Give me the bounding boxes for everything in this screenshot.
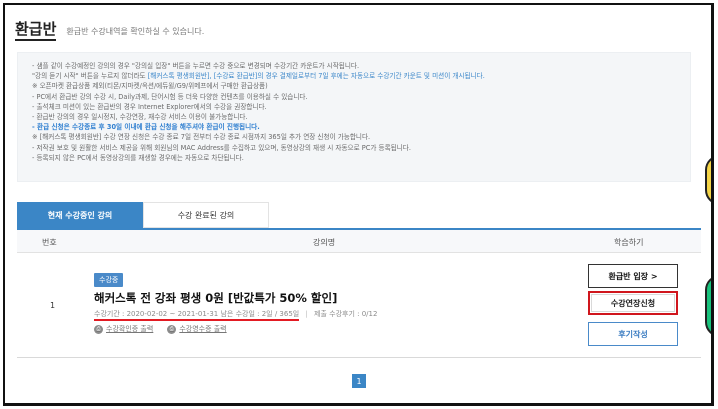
header-study: 학습하기	[614, 238, 644, 247]
print-icon: ⎙	[94, 324, 103, 334]
tab-current-courses[interactable]: 현재 수강중인 강의	[17, 202, 143, 228]
notice-line: ※ [해커스톡 평생회원반] 수강 연장 신청은 수강 종료 7일 전부터 수강…	[32, 133, 371, 142]
notice-line: - 저작권 보호 및 원활한 서비스 제공을 위해 회원님의 MAC Addre…	[32, 143, 411, 152]
pagination-page-1[interactable]: 1	[352, 374, 366, 388]
header-no: 번호	[42, 238, 57, 247]
enter-class-button[interactable]: 환급반 입장 >	[588, 264, 678, 288]
notice-line: - 출석체크 미션이 있는 환급반의 경우 Internet Explorer에…	[32, 102, 267, 111]
course-period: 수강기간 : 2020-02-02 ~ 2021-01-31 남은 수강일 : …	[94, 310, 300, 321]
notice-text: "강의 듣기 시작" 버튼을 누르지 않더라도	[32, 72, 148, 81]
course-meta: 수강기간 : 2020-02-02 ~ 2021-01-31 남은 수강일 : …	[94, 309, 378, 321]
notice-line: - 샘플 같이 수강예정인 강의의 경우 "강의실 입장" 버튼을 누르면 수강…	[32, 62, 360, 70]
extend-course-label: 수강연장신청	[610, 298, 656, 308]
print-icon: ⎙	[167, 324, 177, 334]
header: 환급반 환급반 수강내역을 확인하실 수 있습니다.	[15, 13, 204, 41]
status-badge: 수강중	[94, 273, 124, 287]
meta-separator: |	[305, 310, 308, 318]
header-course: 강의명	[313, 238, 336, 247]
course-title: 해커스톡 전 강좌 평생 0원 [반값특가 50% 할인]	[94, 291, 338, 305]
page-title: 환급반	[15, 20, 57, 41]
write-review-button[interactable]: 후기작성	[588, 322, 678, 346]
notice-line: - 환급반 강의의 경우 일시정지, 수강연장, 재수강 서비스 이용이 불가능…	[32, 113, 248, 122]
notice-line: - PC에서 환급반 강의 수강 시, Daily과제, 단어시험 등 더욱 다…	[32, 92, 308, 101]
notice-line: ※ 오픈마켓 환급상품 제외(티몬/지마켓/옥션/에듀윌/G9/위메프에서 구매…	[32, 82, 268, 91]
notice-line: "강의 듣기 시작" 버튼을 누르지 않더라도 [해커스톡 평생회원반], [수…	[32, 71, 690, 81]
page-frame: 환급반 환급반 수강내역을 확인하실 수 있습니다. - 샘플 같이 수강예정인…	[3, 3, 714, 406]
review-count: 제출 수강후기 : 0/12	[314, 310, 378, 318]
notice-box: - 샘플 같이 수강예정인 강의의 경우 "강의실 입장" 버튼을 누르면 수강…	[17, 52, 691, 182]
notice-list: - 샘플 같이 수강예정인 강의의 경우 "강의실 입장" 버튼을 누르면 수강…	[18, 53, 690, 163]
print-confirm-link[interactable]: ⎙ 수강확인증 출력	[94, 324, 153, 334]
table-header: 번호 강의명 학습하기	[17, 230, 701, 253]
tab-bar: 현재 수강중인 강의 수강 완료된 강의	[17, 202, 269, 228]
notice-line: - 등록되지 않은 PC에서 동영상강의를 재생할 경우에는 자동으로 차단됩니…	[32, 153, 244, 162]
side-floating-tab-green	[705, 275, 711, 337]
notice-highlight: [해커스톡 평생회원반], [수강료 환급반]의 경우 결제일로부터 7일 후에…	[147, 72, 485, 81]
page-subtitle: 환급반 수강내역을 확인하실 수 있습니다.	[66, 27, 205, 36]
side-floating-tab-yellow	[705, 155, 711, 205]
notice-line: - 환급 신청은 수강종료 후 30일 이내에 환급 신청을 해주셔야 환급이 …	[32, 123, 260, 132]
row-number: 1	[50, 301, 56, 310]
print-receipt-label: 수강영수증 출력	[179, 325, 227, 333]
print-links: ⎙ 수강확인증 출력 ⎙ 수강영수증 출력	[94, 324, 227, 334]
print-receipt-link[interactable]: ⎙ 수강영수증 출력	[167, 324, 227, 334]
print-confirm-label: 수강확인증 출력	[106, 325, 154, 333]
table-row: 1 수강중 해커스톡 전 강좌 평생 0원 [반값특가 50% 할인] 수강기간…	[17, 253, 701, 358]
tab-completed-courses[interactable]: 수강 완료된 강의	[143, 202, 269, 228]
extend-course-button[interactable]: 수강연장신청	[588, 291, 678, 315]
